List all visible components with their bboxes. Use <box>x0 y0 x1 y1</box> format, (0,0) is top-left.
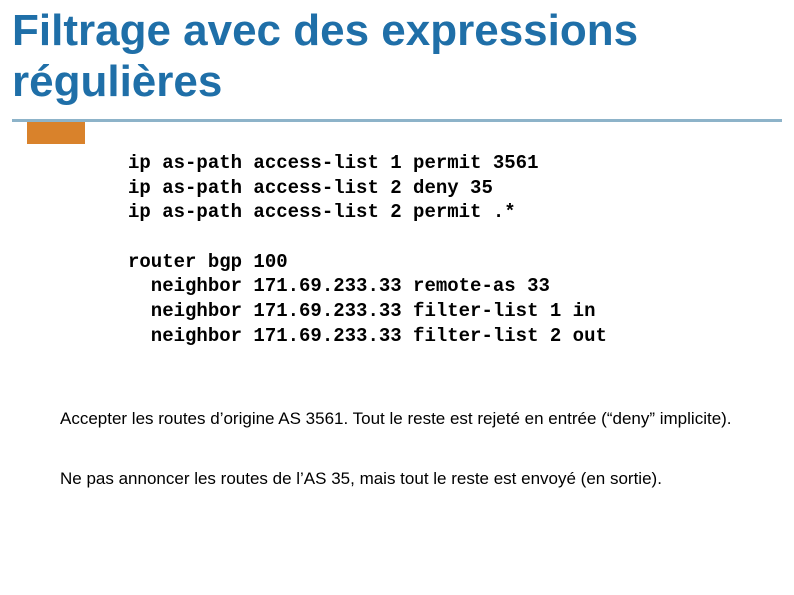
code-line: neighbor 171.69.233.33 filter-list 1 in <box>128 300 595 322</box>
code-line: ip as-path access-list 2 deny 35 <box>128 177 493 199</box>
code-line: neighbor 171.69.233.33 filter-list 2 out <box>128 325 607 347</box>
code-line: router bgp 100 <box>128 251 288 273</box>
code-line: ip as-path access-list 2 permit .* <box>128 201 516 223</box>
accent-box <box>27 122 85 144</box>
title-line-1: Filtrage avec des expressions <box>12 6 638 55</box>
slide-title: Filtrage avec des expressions régulières <box>12 6 638 107</box>
divider-line <box>12 119 782 122</box>
code-line: ip as-path access-list 1 permit 3561 <box>128 152 538 174</box>
slide: Filtrage avec des expressions régulières… <box>0 0 794 595</box>
title-line-2: régulières <box>12 57 222 106</box>
code-line: neighbor 171.69.233.33 remote-as 33 <box>128 275 550 297</box>
code-block: ip as-path access-list 1 permit 3561 ip … <box>128 151 607 349</box>
paragraph-1: Accepter les routes d’origine AS 3561. T… <box>60 408 740 431</box>
paragraph-2: Ne pas annoncer les routes de l’AS 35, m… <box>60 468 740 491</box>
